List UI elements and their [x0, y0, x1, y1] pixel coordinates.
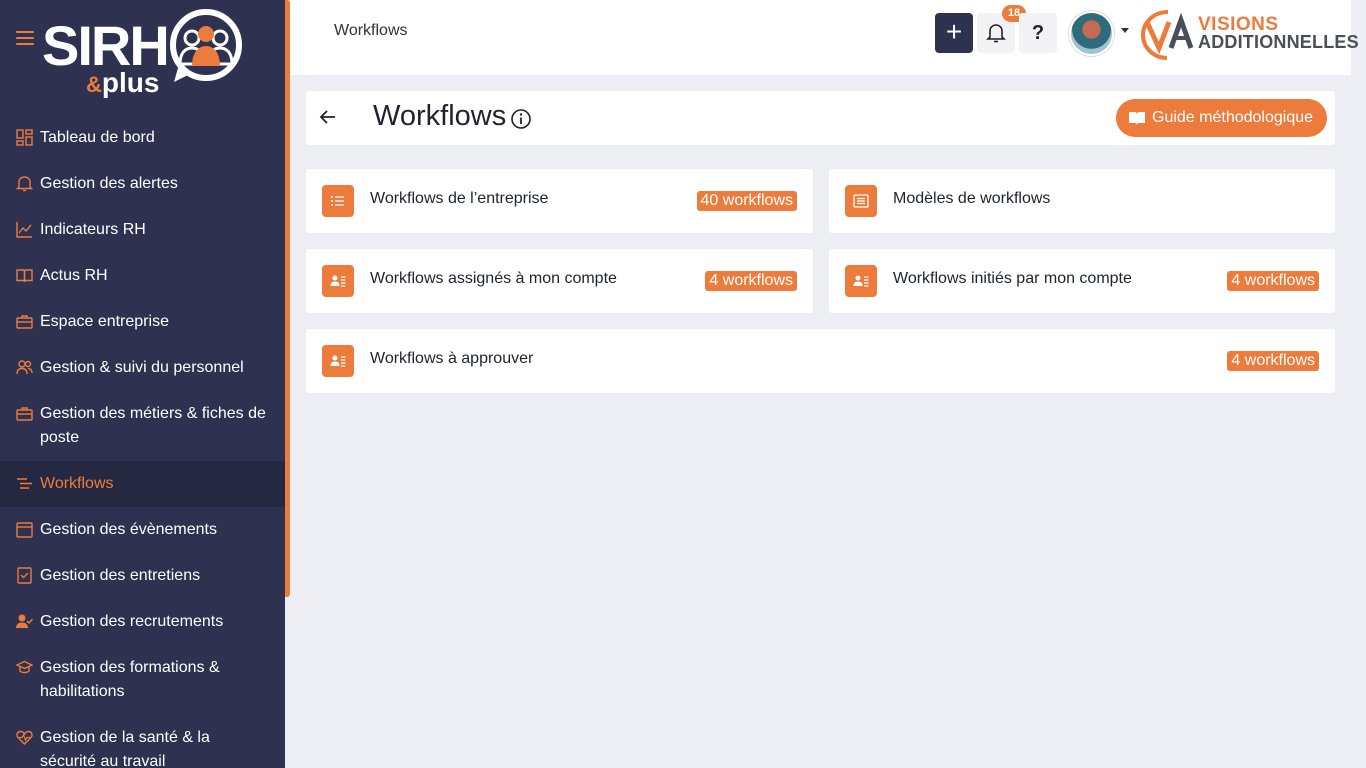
sidebar-item-recrutements[interactable]: Gestion des recrutements — [0, 599, 285, 645]
add-button[interactable]: + — [935, 13, 973, 53]
sidebar-item-label: Tableau de bord — [40, 129, 155, 146]
briefcase-icon — [16, 407, 33, 421]
contact-card-icon — [322, 345, 354, 377]
logo-people-icon — [170, 9, 242, 82]
card-workflows-assignes[interactable]: Workflows assignés à mon compte 4 workfl… — [306, 249, 813, 313]
sidebar-item-label: Gestion des formations & habilitations — [40, 659, 220, 700]
sidebar-item-entretiens[interactable]: Gestion des entretiens — [0, 553, 285, 599]
chart-line-icon — [16, 222, 32, 238]
breadcrumb: Workflows — [334, 22, 408, 39]
heart-pulse-icon — [16, 730, 33, 745]
list-icon — [322, 185, 354, 217]
guide-button-label: Guide méthodologique — [1152, 109, 1314, 126]
sidebar-item-metiers[interactable]: Gestion des métiers & fiches de poste — [0, 391, 285, 461]
card-label: Workflows de l’entreprise — [370, 190, 549, 207]
sidebar-item-espace-entreprise[interactable]: Espace entreprise — [0, 299, 285, 345]
card-label: Modèles de workflows — [893, 190, 1051, 207]
logo-subtext: &plus — [86, 67, 160, 98]
avatar[interactable] — [1069, 11, 1114, 56]
sidebar-item-label: Gestion des métiers & fiches de poste — [40, 405, 266, 446]
back-arrow-icon[interactable] — [318, 105, 338, 129]
sidebar-item-sante-securite[interactable]: Gestion de la santé & la sécurité au tra… — [0, 715, 285, 768]
sidebar-item-label: Gestion des évènements — [40, 521, 217, 538]
page-title: Workflows — [373, 100, 507, 132]
top-bar: Workflows + 18 ? VISIONS ADDITIONNELLES — [290, 0, 1359, 75]
sidebar-item-label: Actus RH — [40, 267, 108, 284]
card-label: Workflows assignés à mon compte — [370, 270, 617, 287]
dashboard-icon — [16, 129, 33, 146]
company-logo-mark-icon — [1141, 10, 1194, 60]
card-label: Workflows à approuver — [370, 350, 534, 367]
sidebar-item-label: Gestion des alertes — [40, 175, 178, 192]
count-badge: 40 workflows — [696, 191, 797, 211]
sidebar-item-personnel[interactable]: Gestion & suivi du personnel — [0, 345, 285, 391]
user-check-icon — [16, 614, 33, 628]
contact-card-icon — [322, 265, 354, 297]
count-badge: 4 workflows — [705, 271, 797, 291]
card-workflows-inities[interactable]: Workflows initiés par mon compte 4 workf… — [829, 249, 1335, 313]
menu-toggle-icon[interactable] — [16, 31, 34, 45]
sidebar-item-tableau-de-bord[interactable]: Tableau de bord — [0, 115, 285, 161]
checklist-icon — [17, 567, 32, 584]
sidebar-item-alertes[interactable]: Gestion des alertes — [0, 161, 285, 207]
sidebar: SIRH &plus Tableau de bord Gestion des a… — [0, 0, 285, 768]
sidebar-item-indicateurs[interactable]: Indicateurs RH — [0, 207, 285, 253]
brand-line-2: ADDITIONNELLES — [1198, 32, 1359, 52]
app-logo[interactable]: SIRH &plus — [42, 8, 247, 104]
company-logo: VISIONS ADDITIONNELLES — [1141, 8, 1359, 60]
template-icon — [845, 185, 877, 217]
sidebar-item-label: Indicateurs RH — [40, 221, 146, 238]
help-button[interactable]: ? — [1019, 13, 1057, 53]
sidebar-item-formations[interactable]: Gestion des formations & habilitations — [0, 645, 285, 715]
briefcase-icon — [16, 315, 33, 329]
book-icon — [1129, 112, 1145, 125]
info-icon[interactable] — [510, 108, 532, 130]
count-badge: 4 workflows — [1227, 271, 1319, 291]
people-icon — [16, 360, 33, 375]
sidebar-item-label: Gestion des recrutements — [40, 613, 224, 630]
sidebar-item-label: Espace entreprise — [40, 313, 169, 330]
book-open-icon — [16, 269, 33, 283]
sidebar-scrollbar[interactable] — [285, 0, 290, 597]
guide-button[interactable]: Guide méthodologique — [1116, 99, 1327, 137]
count-badge: 4 workflows — [1227, 351, 1319, 371]
page-header-card: Workflows Guide méthodologique — [306, 91, 1335, 145]
bell-icon — [986, 24, 1006, 43]
sidebar-item-label: Workflows — [40, 475, 114, 492]
sidebar-item-label: Gestion & suivi du personnel — [40, 359, 244, 376]
sidebar-item-workflows[interactable]: Workflows — [0, 461, 285, 507]
card-modeles-workflows[interactable]: Modèles de workflows — [829, 169, 1335, 233]
card-workflows-entreprise[interactable]: Workflows de l’entreprise 40 workflows — [306, 169, 813, 233]
sidebar-item-label: Gestion des entretiens — [40, 567, 201, 584]
sidebar-header: SIRH &plus — [0, 0, 285, 112]
card-workflows-a-approuver[interactable]: Workflows à approuver 4 workflows — [306, 329, 1335, 393]
calendar-icon — [16, 522, 33, 538]
sidebar-item-actus[interactable]: Actus RH — [0, 253, 285, 299]
sidebar-item-evenements[interactable]: Gestion des évènements — [0, 507, 285, 553]
workflow-icon — [17, 478, 32, 489]
graduation-cap-icon — [16, 660, 33, 674]
chevron-down-icon[interactable] — [1121, 28, 1129, 33]
contact-card-icon — [845, 265, 877, 297]
card-label: Workflows initiés par mon compte — [893, 270, 1132, 287]
sidebar-nav: Tableau de bord Gestion des alertes Indi… — [0, 115, 285, 768]
bell-icon — [16, 176, 33, 192]
sidebar-item-label: Gestion de la santé & la sécurité au tra… — [40, 729, 210, 768]
